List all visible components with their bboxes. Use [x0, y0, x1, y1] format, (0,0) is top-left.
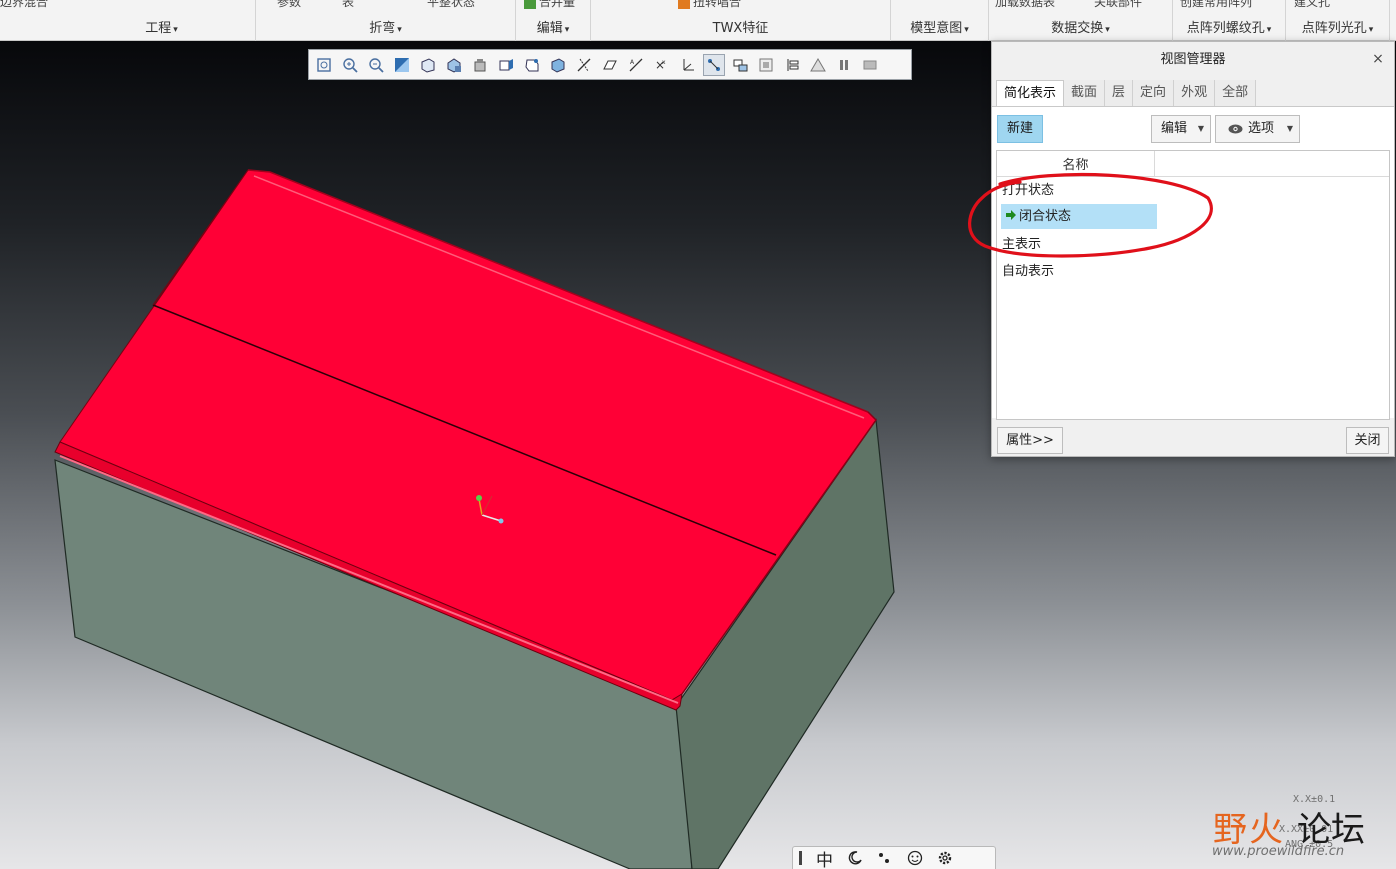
chevron-down-icon: ▾ [964, 25, 969, 35]
ribbon-group-engineering[interactable]: 工程 ▾ [68, 0, 256, 41]
zoom-in-icon[interactable] [339, 54, 361, 76]
ribbon-item-build-hole[interactable]: 建义孔 [1294, 0, 1330, 10]
close-icon[interactable]: × [1370, 51, 1386, 67]
csys-icon[interactable] [677, 54, 699, 76]
ribbon: 工程 ▾ 折弯 ▾ 编辑 ▾ TWX特征 模型意图 ▾ 数据交换 ▾ 点阵列螺纹孔 ▾ 点阵… [0, 0, 1396, 41]
warning-icon[interactable] [807, 54, 829, 76]
column-header-name[interactable]: 名称 [997, 151, 1155, 177]
annotation-display-icon[interactable] [703, 53, 725, 76]
ribbon-group-label: 编辑 [536, 21, 563, 36]
dialog-tabs: 简化表示 截面 层 定向 外观 全部 [996, 80, 1257, 106]
chevron-down-icon: ▾ [1105, 25, 1110, 35]
saved-orientations-icon[interactable] [417, 54, 439, 76]
ribbon-item-table[interactable]: 表 [342, 0, 354, 10]
list-item[interactable]: 打开状态 [1001, 178, 1054, 203]
ime-toolbar: 中 [792, 846, 996, 869]
properties-button[interactable]: 属性>> [997, 427, 1063, 454]
close-view-icon[interactable] [859, 54, 881, 76]
datum-planes-icon[interactable] [573, 54, 595, 76]
ribbon-group-label: 点阵列螺纹孔 [1186, 21, 1265, 36]
shading-icon[interactable] [547, 54, 569, 76]
datum-display-icon[interactable] [521, 54, 543, 76]
ribbon-item-load-table[interactable]: 加载数据表 [995, 0, 1055, 10]
ribbon-item-twist[interactable]: 扭转唱合 [678, 0, 741, 10]
edit-button-label: 编辑 [1161, 121, 1188, 136]
chevron-down-icon: ▾ [1368, 25, 1374, 35]
emoji-icon[interactable] [907, 850, 923, 866]
edit-button[interactable]: 编辑 ▼ [1151, 115, 1211, 143]
ribbon-item-related-parts[interactable]: 关联部件 [1094, 0, 1142, 10]
chevron-down-icon: ▾ [173, 25, 178, 35]
gear-icon[interactable] [937, 850, 953, 866]
ribbon-group-label: 数据交换 [1051, 21, 1104, 36]
drag-handle-icon[interactable] [799, 851, 802, 865]
refit-icon[interactable] [313, 54, 335, 76]
forum-watermark: X.X±0.1 X.XX±0.01 ANG ±0.5 野火 论坛 www.pro… [1205, 784, 1395, 864]
ribbon-item-parameters[interactable]: 参数 [277, 0, 301, 10]
view-manager-icon[interactable] [443, 54, 465, 76]
list-item[interactable]: 主表示 [1001, 232, 1041, 257]
chevron-down-icon: ▾ [564, 25, 570, 35]
tab-xsec[interactable]: 截面 [1064, 80, 1106, 106]
list-item-selected[interactable]: 闭合状态 [1001, 204, 1157, 229]
twist-icon [678, 0, 690, 9]
tab-orient[interactable]: 定向 [1133, 80, 1175, 106]
svg-text:A: A [630, 59, 635, 66]
tab-simplified-rep[interactable]: 简化表示 [996, 80, 1065, 106]
ribbon-group-label: TWX特征 [712, 21, 769, 36]
model-tree-filter-icon[interactable] [755, 54, 777, 76]
view-manager-dialog: 视图管理器 × 简化表示 截面 层 定向 外观 全部 新建 编辑 ▼ 选项 ▼ … [991, 41, 1395, 457]
ribbon-item-boundary-blend[interactable]: 边界混合 [0, 0, 48, 10]
graphics-toolbar: A × x [308, 49, 912, 80]
moon-icon[interactable] [847, 850, 863, 866]
spin-center-icon[interactable] [495, 54, 517, 76]
ribbon-item-flat-state[interactable]: 平整状态 [427, 0, 475, 10]
zoom-out-icon[interactable] [365, 54, 387, 76]
display-style-icon[interactable] [729, 54, 751, 76]
ribbon-group-label: 点阵列光孔 [1301, 21, 1367, 36]
datum-points-icon[interactable]: A [625, 54, 647, 76]
ribbon-item-merge[interactable]: 合并量 [524, 0, 575, 10]
perspective-icon[interactable] [469, 54, 491, 76]
new-button[interactable]: 新建 [997, 115, 1043, 143]
tab-all[interactable]: 全部 [1215, 80, 1257, 106]
ribbon-group-label: 工程 [145, 21, 172, 36]
repaint-icon[interactable] [391, 54, 413, 76]
svg-text:x: x [662, 59, 666, 66]
options-button-label: 选项 [1248, 121, 1275, 136]
active-arrow-icon [1006, 210, 1016, 220]
tab-layers[interactable]: 层 [1105, 80, 1134, 106]
chevron-down-icon: ▾ [1266, 25, 1272, 35]
merge-icon [524, 0, 536, 9]
layers-icon[interactable] [781, 54, 803, 76]
close-button[interactable]: 关闭 [1346, 427, 1389, 454]
ribbon-group-label: 模型意图 [910, 21, 963, 36]
chevron-down-icon: ▼ [1197, 124, 1204, 133]
chevron-down-icon: ▼ [1286, 124, 1293, 133]
list-item[interactable]: 自动表示 [1001, 259, 1054, 284]
ime-mode-toggle[interactable]: 中 [816, 846, 833, 869]
punctuation-icon[interactable] [877, 850, 893, 866]
ribbon-item-create-pattern[interactable]: 创建常用阵列 [1180, 0, 1252, 10]
pause-icon[interactable] [833, 54, 855, 76]
point-tags-icon[interactable]: × x [651, 54, 673, 76]
dialog-title[interactable]: 视图管理器 [992, 42, 1394, 78]
simplified-rep-list[interactable]: 名称 打开状态 闭合状态 主表示 自动表示 [996, 150, 1390, 420]
list-header: 名称 [997, 151, 1389, 177]
watermark-url: www.proewildfire.cn [1212, 844, 1345, 859]
options-button[interactable]: 选项 ▼ [1215, 115, 1300, 143]
eye-icon [1228, 124, 1243, 134]
ribbon-group-label: 折弯 [369, 21, 396, 36]
ribbon-group-model-intent[interactable]: 模型意图 ▾ [891, 0, 989, 41]
dialog-body: 新建 编辑 ▼ 选项 ▼ 名称 打开状态 闭合状态 主表示 自动表示 [992, 106, 1394, 420]
dialog-footer: 属性>> 关闭 [992, 419, 1394, 457]
chevron-down-icon: ▾ [397, 25, 402, 35]
tab-appearance[interactable]: 外观 [1174, 80, 1216, 106]
datum-axes-icon[interactable] [599, 54, 621, 76]
